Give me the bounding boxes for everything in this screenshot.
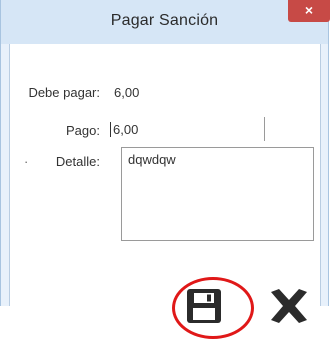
pago-input[interactable]: [107, 117, 265, 141]
close-button[interactable]: ×: [288, 0, 330, 22]
close-icon: ×: [304, 2, 314, 18]
x-icon: [271, 289, 307, 323]
text-caret: [110, 122, 111, 137]
detalle-label: Detalle:: [55, 154, 100, 169]
title-bar[interactable]: Pagar Sanción: [1, 0, 328, 44]
debe-pagar-value: 6,00: [114, 85, 140, 100]
cancel-button[interactable]: [267, 287, 311, 325]
floppy-disk-icon: [187, 289, 221, 323]
debe-pagar-label: Debe pagar:: [28, 85, 100, 100]
detalle-textarea[interactable]: dqwdqw: [121, 147, 314, 241]
row-marker: ·: [24, 154, 29, 169]
pago-label: Pago:: [66, 123, 100, 138]
dialog-body: Debe pagar: 6,00 Pago: · Detalle: dqwdqw: [9, 44, 321, 339]
save-button[interactable]: [185, 287, 223, 325]
pagar-sancion-dialog: Pagar Sanción × Debe pagar: 6,00 Pago: ·…: [0, 0, 335, 339]
dialog-title: Pagar Sanción: [110, 12, 219, 29]
